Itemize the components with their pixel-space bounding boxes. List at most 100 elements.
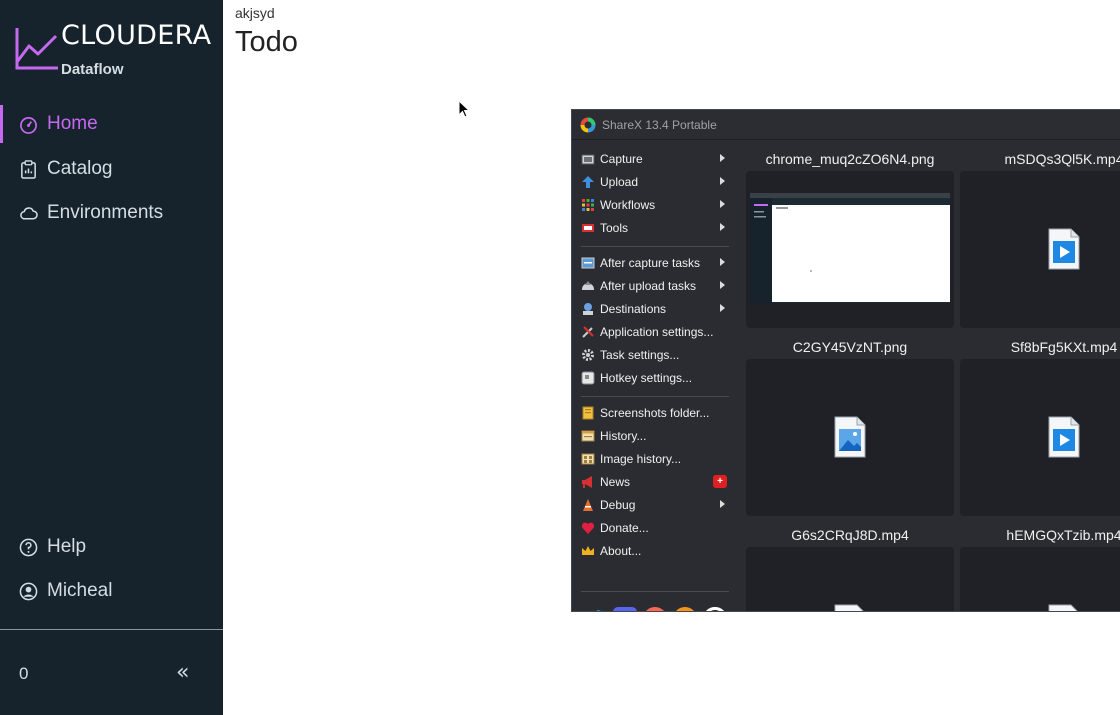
submenu-arrow-icon <box>720 223 725 231</box>
menu-item-about[interactable]: About... <box>572 539 738 562</box>
nav-item-catalog[interactable]: Catalog <box>0 150 223 188</box>
brand-title: CLOUDERA <box>61 20 212 51</box>
menu-item-label: History... <box>600 428 647 443</box>
menu-item-label: Screenshots folder... <box>600 405 710 420</box>
video-file-icon <box>1048 604 1078 611</box>
file-name: mSDQs3Ql5K.mp4 <box>1004 151 1120 167</box>
patreon-icon[interactable] <box>643 607 667 611</box>
after-capture-icon <box>581 256 595 270</box>
menu-item-history[interactable]: History... <box>572 424 738 447</box>
crown-icon <box>581 544 595 558</box>
menu-item-label: Donate... <box>600 520 649 535</box>
file-thumbnail-video[interactable] <box>746 547 954 611</box>
debug-icon <box>581 498 595 512</box>
app-settings-icon <box>581 325 595 339</box>
menu-item-application-settings[interactable]: Application settings... <box>572 320 738 343</box>
file-thumbnail-video[interactable] <box>960 359 1120 516</box>
bitcoin-icon[interactable]: ₿ <box>673 607 697 611</box>
menu-item-upload[interactable]: Upload <box>572 170 738 193</box>
sidebar: CLOUDERA Dataflow Home Catalog Environme… <box>0 0 223 715</box>
menu-item-debug[interactable]: Debug <box>572 493 738 516</box>
mouse-cursor-icon <box>458 100 470 118</box>
submenu-arrow-icon <box>720 304 725 312</box>
menu-item-image-history[interactable]: Image history... <box>572 447 738 470</box>
discord-icon[interactable] <box>613 607 637 611</box>
nav-item-user[interactable]: Micheal <box>0 572 223 610</box>
sharex-logo-icon <box>580 117 596 132</box>
file-thumbnail-video[interactable] <box>960 171 1120 328</box>
history-icon <box>581 429 595 443</box>
nav-item-home[interactable]: Home <box>0 105 223 143</box>
cloud-icon <box>19 204 38 223</box>
menu-item-news[interactable]: News + <box>572 470 738 493</box>
image-history-icon <box>581 452 595 466</box>
nav-label: Environments <box>47 202 164 223</box>
upload-icon <box>581 175 595 189</box>
nav-label: Home <box>47 113 98 134</box>
menu-item-label: About... <box>600 543 642 558</box>
video-file-icon <box>834 604 864 611</box>
menu-item-label: Upload <box>600 174 639 189</box>
menu-separator <box>581 591 729 592</box>
sharex-window[interactable]: ShareX 13.4 Portable Capture Upload Workfl… <box>571 109 1120 612</box>
menu-item-destinations[interactable]: Destinations <box>572 297 738 320</box>
menu-item-label: Tools <box>600 220 629 235</box>
nav-item-environments[interactable]: Environments <box>0 194 223 232</box>
menu-item-label: Capture <box>600 151 643 166</box>
nav-item-help[interactable]: Help <box>0 528 223 566</box>
menu-item-label: News <box>600 474 631 489</box>
menu-item-after-capture-tasks[interactable]: After capture tasks <box>572 251 738 274</box>
counter: 0 <box>19 664 29 683</box>
menu-item-screenshots-folder[interactable]: Screenshots folder... <box>572 401 738 424</box>
folder-icon <box>581 406 595 420</box>
submenu-arrow-icon <box>720 258 725 266</box>
menu-item-donate[interactable]: Donate... <box>572 516 738 539</box>
collapse-sidebar-icon[interactable]: « <box>176 660 198 685</box>
menu-item-task-settings[interactable]: Task settings... <box>572 343 738 366</box>
menu-item-label: Task settings... <box>600 347 680 362</box>
capture-icon <box>581 152 595 166</box>
page-title: Todo <box>235 26 298 58</box>
sharex-titlebar[interactable]: ShareX 13.4 Portable <box>572 110 1120 140</box>
sharex-file-grid: chrome_muq2cZO6N4.png mSDQs3Ql5K.mp4 C2G… <box>738 141 1120 611</box>
screen: CLOUDERA Dataflow Home Catalog Environme… <box>0 0 1120 715</box>
clipboard-icon <box>19 159 38 179</box>
task-settings-icon <box>581 348 595 362</box>
nav-label: Help <box>47 536 87 557</box>
file-thumbnail-image[interactable] <box>746 359 954 516</box>
workflows-icon <box>581 198 595 212</box>
menu-item-after-upload-tasks[interactable]: After upload tasks <box>572 274 738 297</box>
page-subtitle: akjsyd <box>235 5 275 21</box>
menu-item-label: Debug <box>600 497 636 512</box>
menu-item-label: Destinations <box>600 301 667 316</box>
menu-item-label: After capture tasks <box>600 255 701 270</box>
menu-separator <box>581 396 729 397</box>
submenu-arrow-icon <box>720 281 725 289</box>
submenu-arrow-icon <box>720 200 725 208</box>
menu-item-tools[interactable]: Tools <box>572 216 738 239</box>
submenu-arrow-icon <box>720 177 725 185</box>
screenshot-preview-icon <box>750 193 950 303</box>
heart-icon <box>581 521 595 535</box>
tools-icon <box>581 221 595 235</box>
github-icon[interactable] <box>703 607 727 611</box>
after-upload-icon <box>581 279 595 293</box>
menu-item-workflows[interactable]: Workflows <box>572 193 738 216</box>
news-icon <box>581 475 595 489</box>
image-file-icon <box>834 416 866 458</box>
brand-logo[interactable]: CLOUDERA Dataflow <box>14 18 214 82</box>
file-thumbnail-video[interactable] <box>960 547 1120 611</box>
menu-item-hotkey-settings[interactable]: Hotkey settings... <box>572 366 738 389</box>
video-file-icon <box>1048 416 1080 458</box>
file-name: C2GY45VzNT.png <box>792 339 908 355</box>
menu-item-capture[interactable]: Capture <box>572 147 738 170</box>
twitter-icon[interactable] <box>583 607 607 611</box>
nav-label: Catalog <box>47 158 113 179</box>
video-file-icon <box>1048 228 1080 270</box>
submenu-arrow-icon <box>720 500 725 508</box>
file-thumbnail-screenshot[interactable] <box>746 171 954 328</box>
destinations-icon <box>581 302 595 316</box>
trend-chart-icon <box>15 28 58 70</box>
menu-separator <box>581 246 729 247</box>
file-name: chrome_muq2cZO6N4.png <box>765 151 935 167</box>
